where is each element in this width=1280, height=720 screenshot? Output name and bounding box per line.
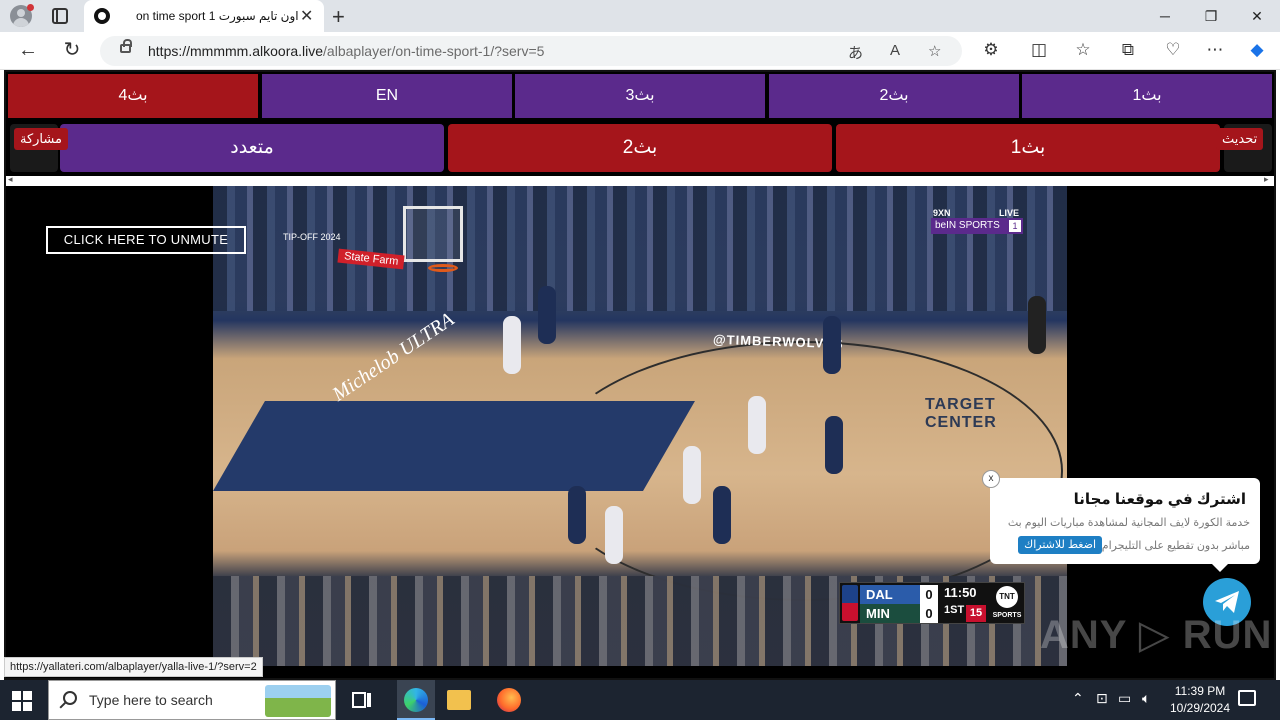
favorites-icon[interactable]: ☆ bbox=[1072, 40, 1094, 60]
player bbox=[568, 486, 586, 544]
close-window-icon[interactable]: ✕ bbox=[1234, 0, 1280, 32]
tray-app-icon[interactable]: ⊡ bbox=[1096, 690, 1108, 707]
game-period: 1ST bbox=[944, 604, 965, 616]
scoreboard: DAL 0 MIN 0 11:50 1ST 15 TNT SPORTS bbox=[839, 582, 1025, 624]
search-icon bbox=[63, 691, 77, 705]
unmute-button[interactable]: CLICK HERE TO UNMUTE bbox=[46, 226, 246, 254]
server-button-4[interactable]: بث4 bbox=[8, 74, 258, 118]
player bbox=[713, 486, 731, 544]
refresh-label[interactable]: تحديث bbox=[1216, 128, 1264, 150]
collections-icon[interactable]: ⧉ bbox=[1117, 40, 1139, 60]
soccer-ball-icon bbox=[94, 8, 110, 24]
taskbar-date[interactable]: 10/29/2024 bbox=[1164, 701, 1236, 715]
tab-close-icon[interactable]: ✕ bbox=[300, 6, 313, 26]
edge-icon bbox=[404, 688, 428, 712]
back-arrow-icon[interactable]: ← bbox=[16, 38, 40, 62]
search-highlight-image bbox=[265, 685, 331, 717]
scroll-left-icon[interactable]: ◂ bbox=[8, 174, 13, 185]
copilot-icon[interactable]: ◆ bbox=[1246, 40, 1268, 60]
windows-taskbar: Type here to search ⌃ ⊡ ▭ 🔈︎ 11:39 PM 10… bbox=[0, 680, 1280, 720]
horizontal-scrollbar[interactable]: ◂ ▸ bbox=[6, 174, 1274, 186]
player bbox=[605, 506, 623, 564]
lock-icon[interactable] bbox=[120, 39, 132, 53]
address-bar[interactable]: https://mmmmm.alkoora.live/albaplayer/on… bbox=[100, 36, 962, 66]
server-button-1[interactable]: بث1 bbox=[1022, 74, 1272, 118]
subscribe-popup: x اشترك في موقعنا مجانا خدمة الكورة لايف… bbox=[982, 470, 1260, 572]
tnt-logo: TNT SPORTS bbox=[992, 586, 1022, 620]
nba-logo-icon bbox=[842, 585, 858, 621]
tipoff-banner: TIP-OFF 2024 bbox=[283, 232, 341, 242]
task-view-icon[interactable] bbox=[350, 688, 374, 712]
multi-server-button[interactable]: متعدد bbox=[60, 124, 444, 172]
url-text[interactable]: https://mmmmm.alkoora.live/albaplayer/on… bbox=[148, 43, 544, 59]
anyrun-watermark: ANY ▷ RUN bbox=[1040, 613, 1273, 657]
scroll-right-icon[interactable]: ▸ bbox=[1264, 174, 1269, 185]
tab-title: on time sport 1 اون تايم سبورت bbox=[136, 9, 299, 23]
popup-text-line2: مباشر بدون تقطيع على التليجرام bbox=[1101, 540, 1250, 552]
taskbar-search-box[interactable]: Type here to search bbox=[48, 680, 336, 720]
tab-actions-icon[interactable] bbox=[52, 8, 68, 24]
popup-text-line1: خدمة الكورة لايف المجانية لمشاهدة مباريا… bbox=[1007, 517, 1250, 529]
subscribe-button[interactable]: اضغط للاشتراك bbox=[1018, 536, 1102, 554]
search-placeholder: Type here to search bbox=[89, 692, 213, 708]
server-button-3[interactable]: بث3 bbox=[515, 74, 765, 118]
read-aloud-icon[interactable]: A bbox=[890, 42, 900, 59]
team-dal: DAL bbox=[860, 585, 920, 604]
split-screen-icon[interactable]: ◫ bbox=[1028, 40, 1050, 60]
player bbox=[748, 396, 766, 454]
popup-title: اشترك في موقعنا مجانا bbox=[1073, 491, 1246, 508]
basketball-backboard bbox=[403, 206, 463, 262]
volume-icon[interactable]: 🔈︎ bbox=[1142, 690, 1150, 707]
share-label[interactable]: مشاركة bbox=[14, 128, 68, 150]
taskbar-time[interactable]: 11:39 PM bbox=[1168, 684, 1232, 698]
more-menu-icon[interactable]: ⋯ bbox=[1204, 40, 1226, 60]
player bbox=[538, 286, 556, 344]
server-big-button-2[interactable]: بث2 bbox=[448, 124, 832, 172]
browser-title-bar: on time sport 1 اون تايم سبورت ✕ + ─ ❐ ✕ bbox=[0, 0, 1280, 32]
referee bbox=[1028, 296, 1046, 354]
player bbox=[683, 446, 701, 504]
new-tab-plus-icon[interactable]: + bbox=[332, 4, 345, 30]
server-button-2[interactable]: بث2 bbox=[769, 74, 1019, 118]
extensions-icon[interactable]: ⚙ bbox=[980, 40, 1002, 60]
firefox-icon[interactable] bbox=[497, 688, 521, 712]
basketball-rim bbox=[428, 264, 458, 272]
notifications-icon[interactable] bbox=[1238, 690, 1256, 706]
arena-lettering: TARGET CENTER bbox=[925, 396, 997, 431]
popup-pointer bbox=[1212, 564, 1228, 572]
player bbox=[823, 316, 841, 374]
file-explorer-icon[interactable] bbox=[447, 690, 471, 710]
server-button-en[interactable]: EN bbox=[262, 74, 512, 118]
restore-icon[interactable]: ❐ bbox=[1188, 0, 1234, 32]
network-icon[interactable]: ▭ bbox=[1118, 690, 1131, 707]
shot-clock: 15 bbox=[966, 605, 986, 622]
tray-chevron-icon[interactable]: ⌃ bbox=[1072, 690, 1084, 707]
team-min: MIN bbox=[860, 604, 920, 623]
translate-icon[interactable]: あ bbox=[848, 42, 863, 63]
refresh-icon[interactable]: ↻ bbox=[60, 38, 84, 62]
favorite-star-icon[interactable]: ☆ bbox=[928, 42, 941, 60]
page-content: بث4 EN بث3 بث2 بث1 متعدد بث2 بث1 مشاركة … bbox=[4, 70, 1276, 680]
player bbox=[503, 316, 521, 374]
minimize-icon[interactable]: ─ bbox=[1142, 0, 1188, 32]
video-player[interactable]: State Farm TIP-OFF 2024 @TIMBERWOLVES TA… bbox=[213, 186, 1067, 666]
edge-taskbar-button[interactable] bbox=[397, 680, 435, 720]
broadcaster-logo: 9XN LIVE beIN SPORTS 1 bbox=[931, 208, 1023, 236]
player bbox=[825, 416, 843, 474]
score-dal: 0 bbox=[920, 585, 938, 604]
status-bar-url: https://yallateri.com/albaplayer/yalla-l… bbox=[4, 657, 263, 677]
browser-essentials-icon[interactable]: ♡ bbox=[1162, 40, 1184, 60]
server-big-button-1[interactable]: بث1 bbox=[836, 124, 1220, 172]
score-min: 0 bbox=[920, 604, 938, 623]
popup-close-icon[interactable]: x bbox=[982, 470, 1000, 488]
court-sponsor-lettering: Michelob ULTRA bbox=[328, 308, 459, 406]
game-clock: 11:50 bbox=[944, 585, 977, 600]
browser-tab-active[interactable]: on time sport 1 اون تايم سبورت ✕ bbox=[84, 0, 324, 32]
notification-dot bbox=[27, 4, 34, 11]
windows-start-icon[interactable] bbox=[12, 691, 32, 711]
